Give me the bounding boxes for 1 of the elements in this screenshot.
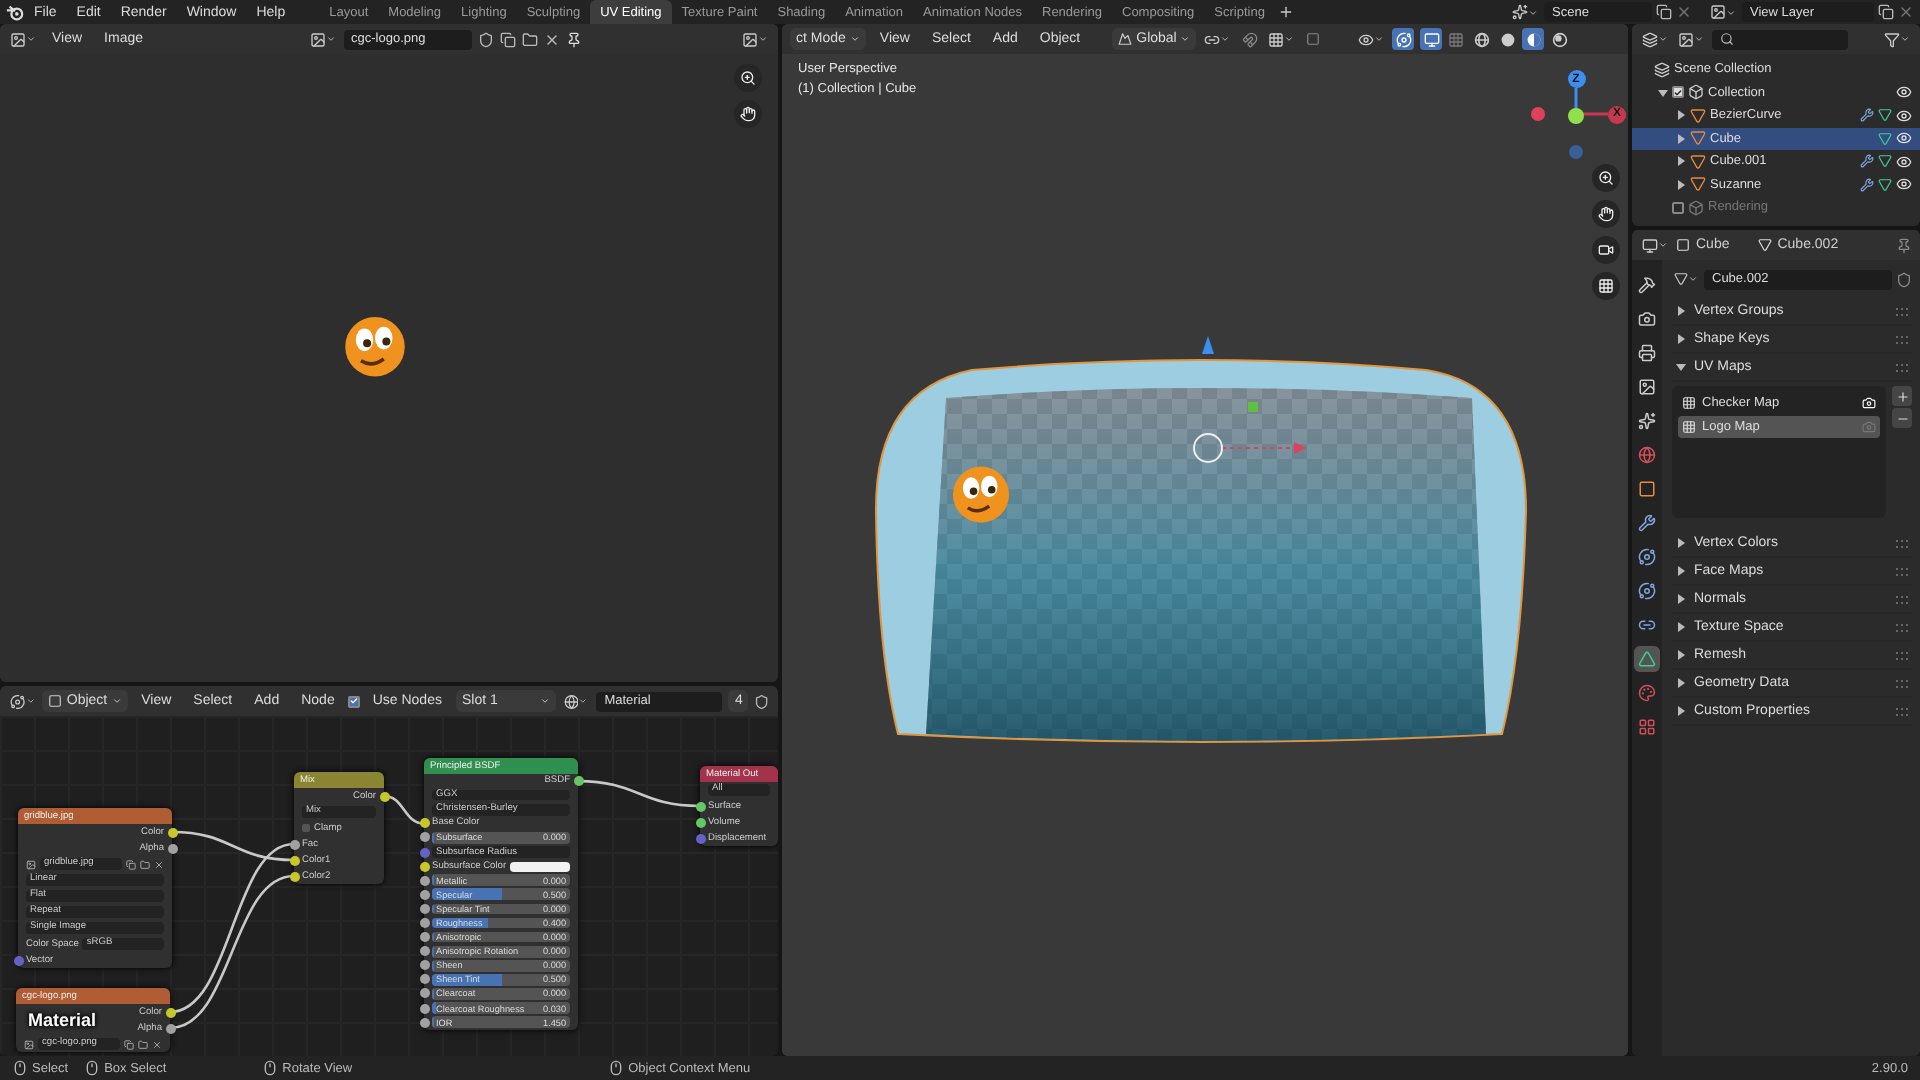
drag-label: Material [28,1010,97,1030]
